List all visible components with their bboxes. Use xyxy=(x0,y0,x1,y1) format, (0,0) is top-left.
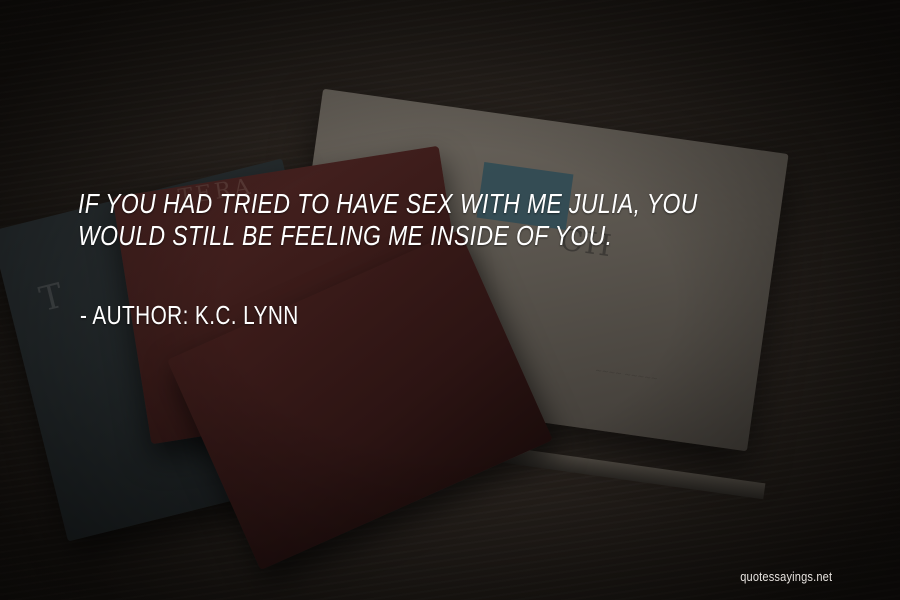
quote-text: If you had tried to have sex with me Jul… xyxy=(78,188,698,251)
author-line: - Author: K.C. Lynn xyxy=(80,300,299,330)
site-watermark: quotessayings.net xyxy=(740,569,832,584)
quote-image: CH ~~~~ ~~~~~ T TERA If you had tried to… xyxy=(0,0,900,600)
